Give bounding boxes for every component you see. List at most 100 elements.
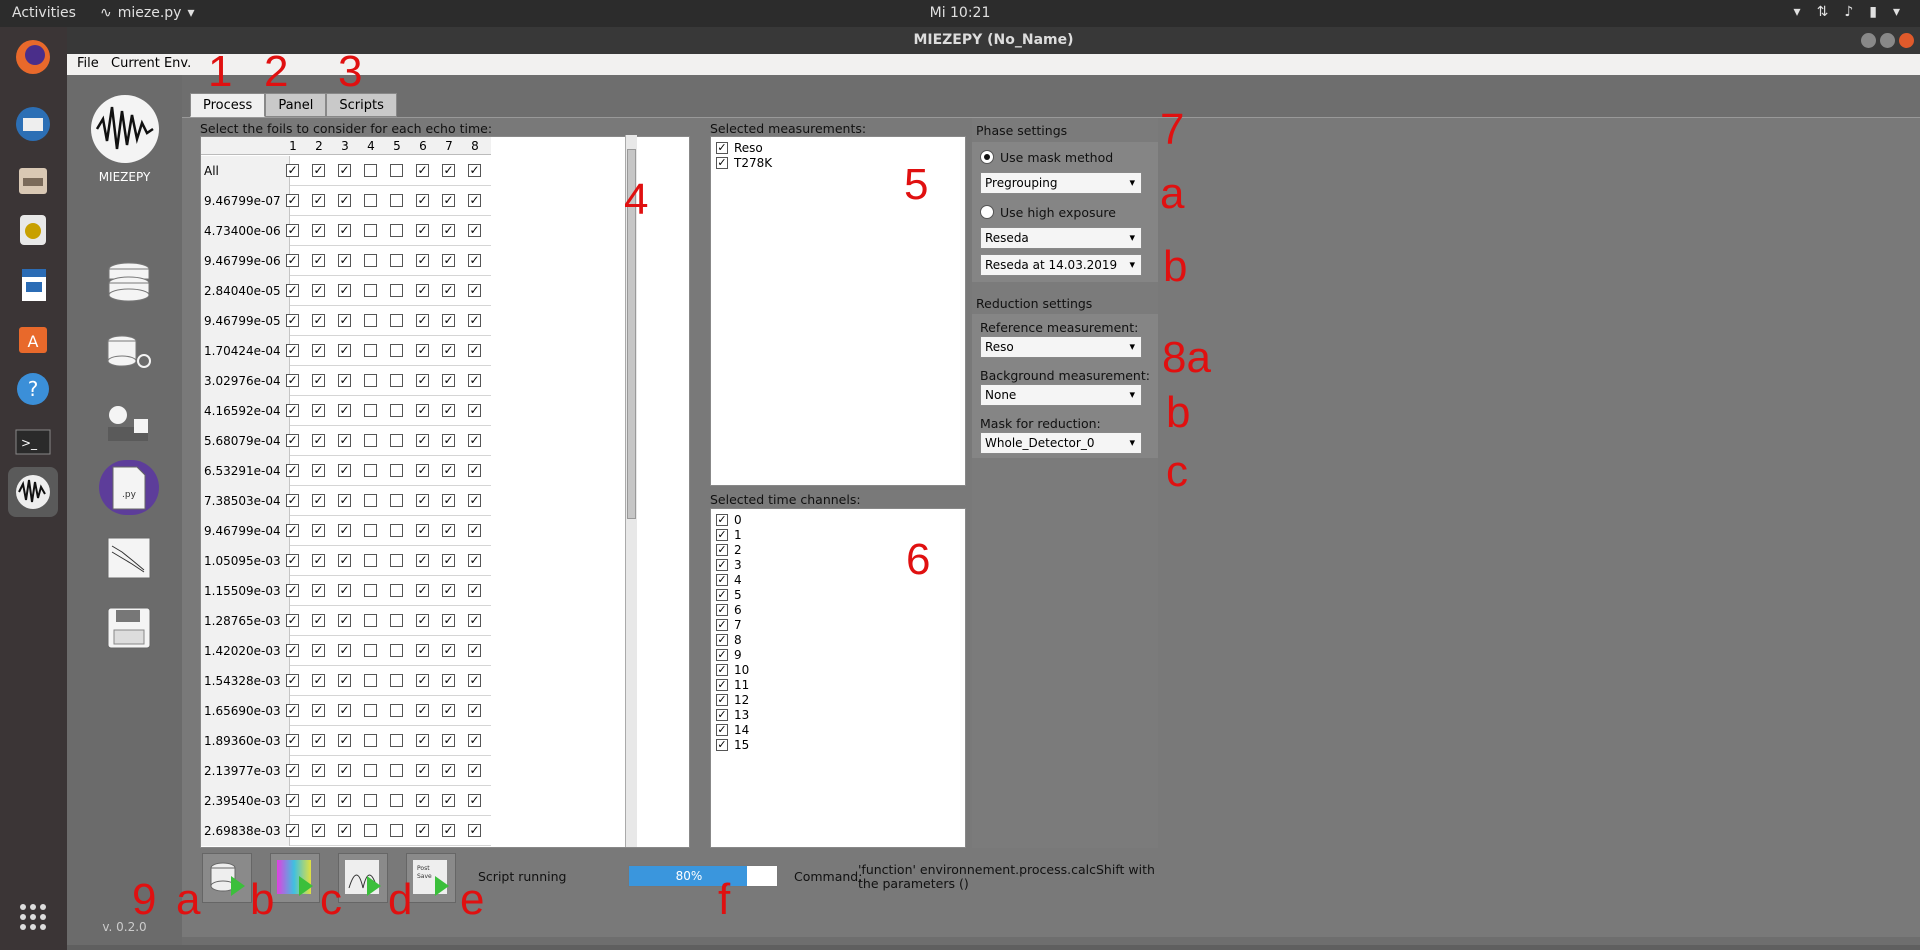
foil-checkbox[interactable] <box>312 464 325 477</box>
menu-current-env[interactable]: Current Env. <box>111 56 191 71</box>
foil-checkbox[interactable] <box>442 614 455 627</box>
foil-checkbox[interactable] <box>390 194 403 207</box>
foil-checkbox[interactable] <box>390 734 403 747</box>
foil-checkbox[interactable] <box>416 164 429 177</box>
echo-time-label[interactable]: 3.02976e-04 <box>201 366 290 396</box>
thunderbird-icon[interactable] <box>8 99 58 149</box>
foil-checkbox[interactable] <box>338 824 351 837</box>
list-checkbox[interactable] <box>716 633 728 646</box>
foil-checkbox[interactable] <box>390 644 403 657</box>
measurement-item[interactable]: Reso <box>716 140 763 155</box>
software-center-icon[interactable]: A <box>8 312 58 362</box>
foil-checkbox[interactable] <box>416 464 429 477</box>
foil-checkbox[interactable] <box>416 344 429 357</box>
foil-checkbox[interactable] <box>416 674 429 687</box>
foil-checkbox[interactable] <box>468 464 481 477</box>
foil-checkbox[interactable] <box>468 164 481 177</box>
foil-checkbox[interactable] <box>338 224 351 237</box>
foil-checkbox[interactable] <box>416 254 429 267</box>
close-icon[interactable] <box>1899 33 1914 48</box>
time-channel-item[interactable]: 4 <box>716 572 742 587</box>
reference-dropdown[interactable]: Reso <box>980 336 1142 358</box>
foil-checkbox[interactable] <box>364 734 377 747</box>
foil-checkbox[interactable] <box>338 524 351 537</box>
battery-icon[interactable]: ▮ <box>1869 4 1877 20</box>
foil-checkbox[interactable] <box>312 554 325 567</box>
foil-checkbox[interactable] <box>338 464 351 477</box>
chevron-down-icon[interactable]: ▾ <box>1893 4 1900 20</box>
foil-checkbox[interactable] <box>416 734 429 747</box>
foil-checkbox[interactable] <box>286 734 299 747</box>
foil-checkbox[interactable] <box>416 704 429 717</box>
tab-panel[interactable]: Panel <box>265 93 327 117</box>
echo-time-label[interactable]: 9.46799e-04 <box>201 516 290 546</box>
foil-checkbox[interactable] <box>468 434 481 447</box>
foil-checkbox[interactable] <box>468 404 481 417</box>
time-channel-item[interactable]: 5 <box>716 587 742 602</box>
foil-checkbox[interactable] <box>390 224 403 237</box>
foil-checkbox[interactable] <box>468 494 481 507</box>
foil-checkbox[interactable] <box>286 794 299 807</box>
terminal-icon[interactable]: >_ <box>8 417 58 467</box>
foil-checkbox[interactable] <box>338 584 351 597</box>
foil-checkbox[interactable] <box>390 254 403 267</box>
measurement-item[interactable]: T278K <box>716 155 772 170</box>
foil-checkbox[interactable] <box>468 284 481 297</box>
foil-checkbox[interactable] <box>338 704 351 717</box>
foil-checkbox[interactable] <box>416 764 429 777</box>
foil-checkbox[interactable] <box>364 314 377 327</box>
use-mask-radio[interactable] <box>980 150 994 164</box>
time-channel-item[interactable]: 2 <box>716 542 742 557</box>
list-checkbox[interactable] <box>716 648 728 661</box>
foil-checkbox[interactable] <box>416 494 429 507</box>
time-channel-item[interactable]: 6 <box>716 602 742 617</box>
foil-checkbox[interactable] <box>312 224 325 237</box>
foil-checkbox[interactable] <box>312 644 325 657</box>
foil-checkbox[interactable] <box>312 524 325 537</box>
time-channel-item[interactable]: 8 <box>716 632 742 647</box>
instrument-date-dropdown[interactable]: Reseda at 14.03.2019 <box>980 254 1142 276</box>
list-checkbox[interactable] <box>716 618 728 631</box>
foil-checkbox[interactable] <box>364 374 377 387</box>
system-tray[interactable]: ▾ ⇅ ♪ ▮ ▾ <box>1794 4 1900 20</box>
list-checkbox[interactable] <box>716 558 728 571</box>
foil-checkbox[interactable] <box>364 764 377 777</box>
foil-checkbox[interactable] <box>286 404 299 417</box>
foil-checkbox[interactable] <box>312 794 325 807</box>
foil-checkbox[interactable] <box>312 344 325 357</box>
foil-checkbox[interactable] <box>364 524 377 537</box>
foil-checkbox[interactable] <box>468 734 481 747</box>
foil-checkbox[interactable] <box>442 824 455 837</box>
time-channel-item[interactable]: 10 <box>716 662 749 677</box>
list-checkbox[interactable] <box>716 723 728 736</box>
phase-button[interactable] <box>270 853 320 903</box>
echo-time-label[interactable]: 2.13977e-03 <box>201 756 290 786</box>
foil-checkbox[interactable] <box>468 524 481 537</box>
foil-checkbox[interactable] <box>468 704 481 717</box>
foil-checkbox[interactable] <box>286 764 299 777</box>
foil-checkbox[interactable] <box>338 374 351 387</box>
foil-checkbox[interactable] <box>390 494 403 507</box>
foil-checkbox[interactable] <box>338 314 351 327</box>
echo-time-label[interactable]: 9.46799e-05 <box>201 306 290 336</box>
rhythmbox-icon[interactable] <box>8 205 58 255</box>
foil-checkbox[interactable] <box>312 254 325 267</box>
foil-checkbox[interactable] <box>312 494 325 507</box>
foil-checkbox[interactable] <box>364 584 377 597</box>
foil-checkbox[interactable] <box>338 674 351 687</box>
time-channel-item[interactable]: 14 <box>716 722 749 737</box>
foil-checkbox[interactable] <box>442 674 455 687</box>
foil-checkbox[interactable] <box>416 524 429 537</box>
foil-checkbox[interactable] <box>442 494 455 507</box>
foil-checkbox[interactable] <box>312 674 325 687</box>
foil-checkbox[interactable] <box>286 674 299 687</box>
python-script-icon[interactable]: .py <box>99 460 159 515</box>
foil-checkbox[interactable] <box>364 224 377 237</box>
list-checkbox[interactable] <box>716 693 728 706</box>
database-settings-icon[interactable] <box>99 325 159 380</box>
foil-checkbox[interactable] <box>416 404 429 417</box>
writer-icon[interactable] <box>8 260 58 310</box>
foil-checkbox[interactable] <box>338 194 351 207</box>
chevron-down-icon[interactable]: ▾ <box>1794 4 1801 20</box>
volume-icon[interactable]: ♪ <box>1844 4 1853 20</box>
